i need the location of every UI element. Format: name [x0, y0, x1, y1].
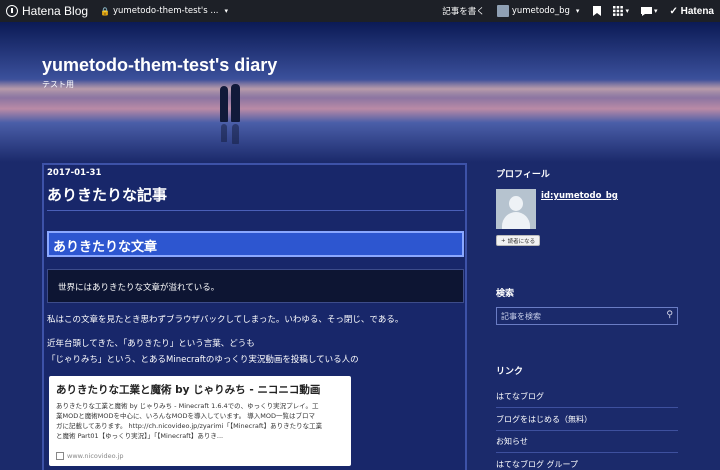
section-heading: ありきたりな文章	[47, 231, 464, 257]
notification-icon[interactable]: ▾	[640, 6, 658, 16]
profile-avatar[interactable]	[496, 189, 536, 229]
user-avatar	[496, 5, 509, 17]
follow-label: 読者になる	[507, 238, 536, 245]
embed-desc-line: ガに記載してあります。 http://ch.nicovideo.jp/zyari…	[56, 422, 323, 430]
silhouette-figures	[218, 84, 248, 144]
blog-selector[interactable]: 🔒 yumetodo-them-test's ... ▾	[100, 6, 228, 16]
embed-desc-line: ありきたりな工業と魔術 by じゃりみち - Minecraft 1.6.4での…	[56, 402, 319, 410]
search-heading: 検索	[496, 289, 515, 299]
title-divider	[47, 210, 464, 211]
caret-down-icon: ▾	[653, 7, 658, 15]
write-post-link[interactable]: 記事を書く	[442, 5, 485, 17]
sidebar-link[interactable]: ブログをはじめる（無料）	[496, 414, 678, 431]
blog-header-image	[0, 22, 720, 162]
apps-grid-icon[interactable]: ▾	[613, 6, 629, 16]
hatena-blog-logo[interactable]: Hatena Blog	[6, 4, 88, 18]
embed-title[interactable]: ありきたりな工業と魔術 by じゃりみち - ニコニコ動画	[56, 382, 344, 397]
blog-title[interactable]: yumetodo-them-test's diary	[42, 55, 277, 76]
sidebar-link[interactable]: お知らせ	[496, 436, 678, 453]
paragraph-2-line-2: 「じゃりみち」という、とあるMinecraftのゆっくり実況動画を投稿している人…	[47, 355, 359, 365]
sidebar-link[interactable]: はてなブログ グループ	[496, 459, 678, 470]
sidebar-link[interactable]: はてなブログ	[496, 391, 678, 408]
paragraph-1: 私はこの文章を見たとき思わずブラウザバックしてしまった。いわゆる、そっ閉じ、であ…	[47, 315, 404, 325]
hatena-link[interactable]: ✓ Hatena	[669, 6, 714, 17]
article-entry: 2017-01-31 ありきたりな記事 ありきたりな文章 世界にはありきたりな文…	[42, 163, 467, 470]
post-date[interactable]: 2017-01-31	[47, 168, 101, 178]
embed-card[interactable]: ありきたりな工業と魔術 by じゃりみち - ニコニコ動画 ありきたりな工業と魔…	[49, 376, 351, 466]
hatena-logo-icon	[6, 5, 18, 17]
caret-down-icon: ▾	[625, 7, 629, 15]
caret-down-icon: ▾	[575, 7, 580, 15]
hatena-mark-icon: ✓	[669, 5, 678, 17]
embed-site-url: www.nicovideo.jp	[67, 452, 124, 460]
blog-selector-label: yumetodo-them-test's ...	[113, 6, 219, 16]
horizon-glow	[0, 80, 720, 98]
bookmark-icon[interactable]	[593, 6, 602, 16]
plus-icon: +	[501, 237, 506, 244]
blockquote: 世界にはありきたりな文章が溢れている。	[47, 269, 464, 303]
profile-heading: プロフィール	[496, 170, 550, 180]
blog-description: テスト用	[42, 80, 74, 89]
embed-desc-line: と魔術 Part01【ゆっくり実況】」「【Minecraft】ありき...	[56, 432, 224, 440]
site-favicon-icon	[56, 452, 64, 460]
user-name: yumetodo_bg	[511, 6, 570, 16]
search-placeholder: 記事を検索	[501, 312, 541, 321]
paragraph-2-line-1: 近年台頭してきた、「ありきたり」という言葉、どうも	[47, 339, 255, 349]
lock-icon: 🔒	[100, 6, 111, 16]
embed-site[interactable]: www.nicovideo.jp	[56, 452, 124, 460]
embed-desc-line: 業MODと魔術MODを中心に、いろんなMODを導入しています。 導入MOD一覧は…	[56, 412, 315, 420]
caret-down-icon: ▾	[224, 7, 229, 15]
search-input[interactable]: 記事を検索 ⚲	[496, 307, 678, 325]
post-title[interactable]: ありきたりな記事	[47, 184, 167, 205]
follow-button[interactable]: + 読者になる	[496, 235, 541, 246]
user-menu[interactable]: yumetodo_bg ▾	[496, 5, 580, 17]
links-heading: リンク	[496, 367, 524, 377]
hatena-label: Hatena	[680, 5, 714, 17]
profile-id-link[interactable]: id:yumetodo_bg	[541, 191, 618, 201]
global-header: Hatena Blog 🔒 yumetodo-them-test's ... ▾…	[0, 0, 720, 22]
embed-description: ありきたりな工業と魔術 by じゃりみち - Minecraft 1.6.4での…	[56, 401, 344, 441]
search-icon[interactable]: ⚲	[666, 310, 673, 320]
logo-text: Hatena Blog	[22, 4, 89, 18]
